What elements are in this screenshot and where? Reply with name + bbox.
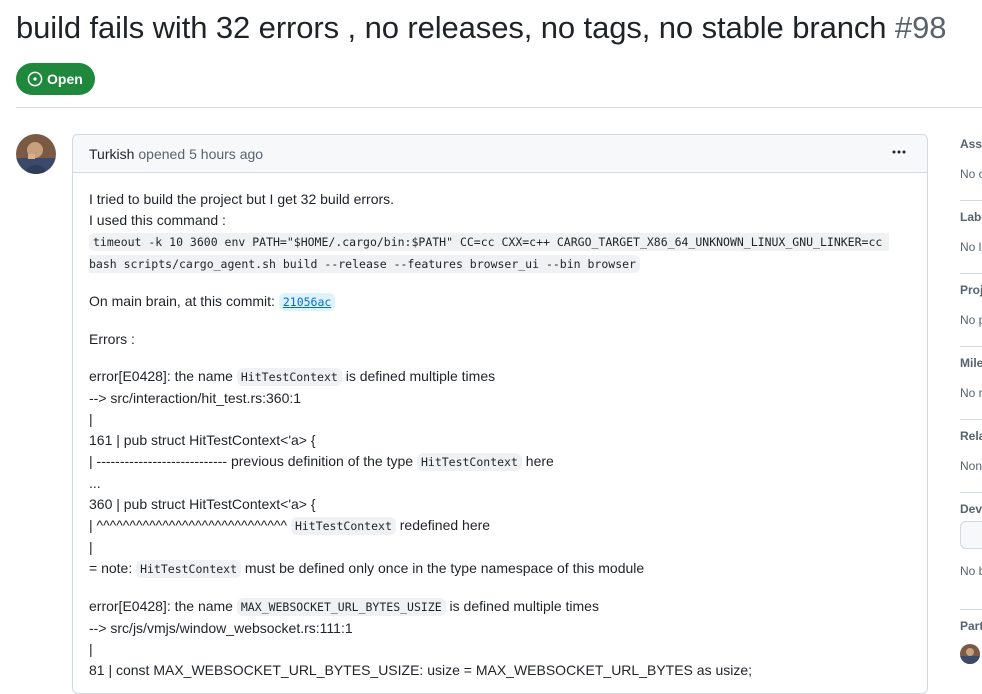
issue-sidebar: Assi No c Labe No l Proj No p Mile No r … (960, 128, 982, 682)
sidebar-milestone-heading[interactable]: Mile (960, 356, 982, 370)
build-command: timeout -k 10 3600 env PATH="$HOME/.carg… (89, 233, 890, 273)
sidebar-relationships-value: Non (960, 459, 982, 473)
sidebar-milestone: Mile No r (960, 347, 982, 420)
sidebar-labels-heading[interactable]: Labe (960, 210, 982, 224)
comment-action: opened (138, 145, 186, 162)
sidebar-relationships: Rela Non (960, 420, 982, 493)
issue-state-label: Open (47, 71, 83, 87)
inline-code: MAX_WEBSOCKET_URL_BYTES_USIZE (236, 598, 446, 616)
sidebar-assignees-value: No c (960, 167, 982, 181)
comment-body: I tried to build the project but I get 3… (73, 173, 927, 681)
intro-line-1: I tried to build the project but I get 3… (89, 191, 395, 207)
error-line: = note: HitTestContext must be defined o… (89, 560, 645, 578)
issue-comment: Turkish opened 5 hours ago I tried to bu… (72, 134, 928, 694)
sidebar-relationships-heading[interactable]: Rela (960, 429, 982, 443)
sidebar-projects-heading[interactable]: Proj (960, 283, 982, 297)
error-line: ... (89, 475, 101, 491)
sidebar-labels: Labe No l (960, 201, 982, 274)
sidebar-development-value: No b (960, 564, 982, 578)
sidebar-development: Deve No b (960, 493, 982, 610)
sidebar-development-heading[interactable]: Deve (960, 502, 982, 516)
participant-avatar[interactable] (960, 644, 980, 664)
error-line: | ^^^^^^^^^^^^^^^^^^^^^^^^^^^^^ HitTestC… (89, 517, 491, 535)
error-line: error[E0428]: the name MAX_WEBSOCKET_URL… (89, 598, 599, 616)
comment-author[interactable]: Turkish (89, 146, 134, 162)
error-line: 161 | pub struct HitTestContext<'a> { (89, 432, 316, 448)
error-line: 81 | const MAX_WEBSOCKET_URL_BYTES_USIZE… (89, 662, 753, 678)
sidebar-assignees: Assi No c (960, 128, 982, 201)
create-branch-button[interactable] (960, 521, 982, 549)
sidebar-assignees-heading[interactable]: Assi (960, 137, 982, 151)
kebab-horizontal-icon (891, 144, 907, 163)
sidebar-participants-heading: Part (960, 619, 982, 633)
commit-prefix: On main brain, at this commit: (89, 293, 275, 309)
error-line: --> src/interaction/hit_test.rs:360:1 (89, 390, 302, 406)
issue-title-text: build fails with 32 errors , no releases… (16, 10, 887, 45)
commit-link[interactable]: 21056ac (278, 293, 336, 311)
issue-number: #98 (894, 10, 947, 45)
comment-menu-button[interactable] (887, 142, 911, 166)
errors-label: Errors : (89, 331, 135, 347)
error-block-2: error[E0428]: the name MAX_WEBSOCKET_URL… (89, 596, 911, 681)
comment-timestamp[interactable]: 5 hours ago (189, 146, 263, 162)
issue-opened-icon (27, 71, 43, 87)
error-line: 360 | pub struct HitTestContext<'a> { (89, 496, 316, 512)
sidebar-projects-value: No p (960, 313, 982, 327)
issue-state-badge: Open (16, 63, 95, 95)
sidebar-labels-value: No l (960, 240, 982, 254)
error-line: | (89, 411, 93, 427)
commit-paragraph: On main brain, at this commit: 21056ac (89, 291, 911, 313)
author-avatar[interactable] (16, 134, 56, 174)
sidebar-projects: Proj No p (960, 274, 982, 347)
comment-header: Turkish opened 5 hours ago (73, 135, 927, 173)
error-line: | (89, 641, 93, 657)
sidebar-milestone-value: No r (960, 386, 982, 400)
error-line: | (89, 539, 93, 555)
sidebar-participants: Part (960, 610, 982, 682)
header-divider (16, 107, 982, 108)
intro-line-2: I used this command : (89, 212, 226, 228)
error-block-1: error[E0428]: the name HitTestContext is… (89, 366, 911, 580)
inline-code: HitTestContext (290, 517, 396, 535)
commit-hash: 21056ac (278, 293, 336, 311)
intro-paragraph: I tried to build the project but I get 3… (89, 189, 911, 275)
error-line: | ---------------------------- previous … (89, 453, 554, 471)
inline-code: HitTestContext (236, 368, 342, 386)
inline-code: HitTestContext (416, 453, 522, 471)
inline-code: HitTestContext (136, 560, 242, 578)
issue-title: build fails with 32 errors , no releases… (16, 10, 946, 46)
error-line: --> src/js/vmjs/window_websocket.rs:111:… (89, 620, 353, 636)
error-line: error[E0428]: the name HitTestContext is… (89, 368, 496, 386)
